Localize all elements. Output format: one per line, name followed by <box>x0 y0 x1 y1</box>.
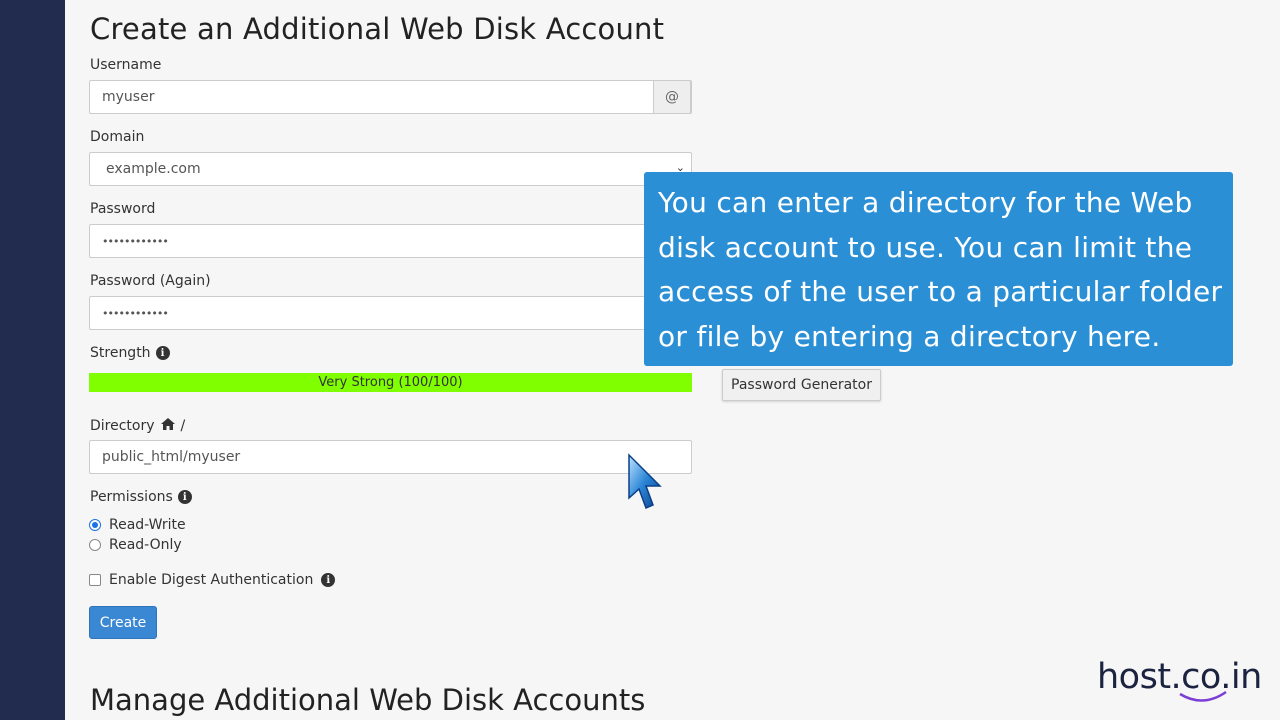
directory-field[interactable]: public_html/myuser <box>89 440 692 474</box>
strength-meter: Very Strong (100/100) <box>89 373 692 392</box>
sidebar <box>0 0 65 720</box>
password-again-label: Password (Again) <box>90 273 211 289</box>
password-label: Password <box>90 201 156 217</box>
radio-read-only[interactable]: Read-Only <box>89 537 182 553</box>
manage-section-title: Manage Additional Web Disk Accounts <box>90 683 646 717</box>
info-icon[interactable]: i <box>155 346 170 360</box>
tooltip-line: access of the user to a particular folde… <box>658 275 1223 308</box>
help-tooltip: You can enter a directory for the Web di… <box>644 172 1233 366</box>
digest-auth-checkbox[interactable] <box>89 574 101 586</box>
tooltip-line: or file by entering a directory here. <box>658 319 1161 353</box>
info-icon[interactable]: i <box>177 490 192 504</box>
radio-button[interactable] <box>89 539 101 551</box>
password-again-field[interactable]: •••••••••••• <box>89 296 692 330</box>
brand-swoosh-icon <box>1179 690 1227 702</box>
digest-auth-row[interactable]: Enable Digest Authentication i <box>89 572 336 588</box>
tooltip-line: disk account to use. You can limit the <box>658 230 1193 264</box>
radio-read-write[interactable]: Read-Write <box>89 517 186 533</box>
directory-label: Directory / <box>90 417 186 435</box>
page-title: Create an Additional Web Disk Account <box>90 12 665 46</box>
tooltip-line: You can enter a directory for the Web <box>658 186 1193 219</box>
at-addon: @ <box>653 80 691 114</box>
password-generator-button[interactable]: Password Generator <box>722 369 881 401</box>
create-button[interactable]: Create <box>89 606 157 639</box>
info-icon[interactable]: i <box>321 573 336 587</box>
username-label: Username <box>90 57 162 73</box>
home-icon <box>160 417 176 435</box>
domain-select[interactable]: example.com ⌄ <box>89 152 692 186</box>
domain-label: Domain <box>90 129 145 145</box>
strength-label: Strength i <box>90 345 170 361</box>
radio-button[interactable] <box>89 519 101 531</box>
cursor-arrow-icon <box>626 452 666 526</box>
permissions-label: Permissions i <box>90 489 192 505</box>
username-field[interactable]: myuser @ <box>89 80 692 114</box>
password-field[interactable]: •••••••••••• <box>89 224 692 258</box>
